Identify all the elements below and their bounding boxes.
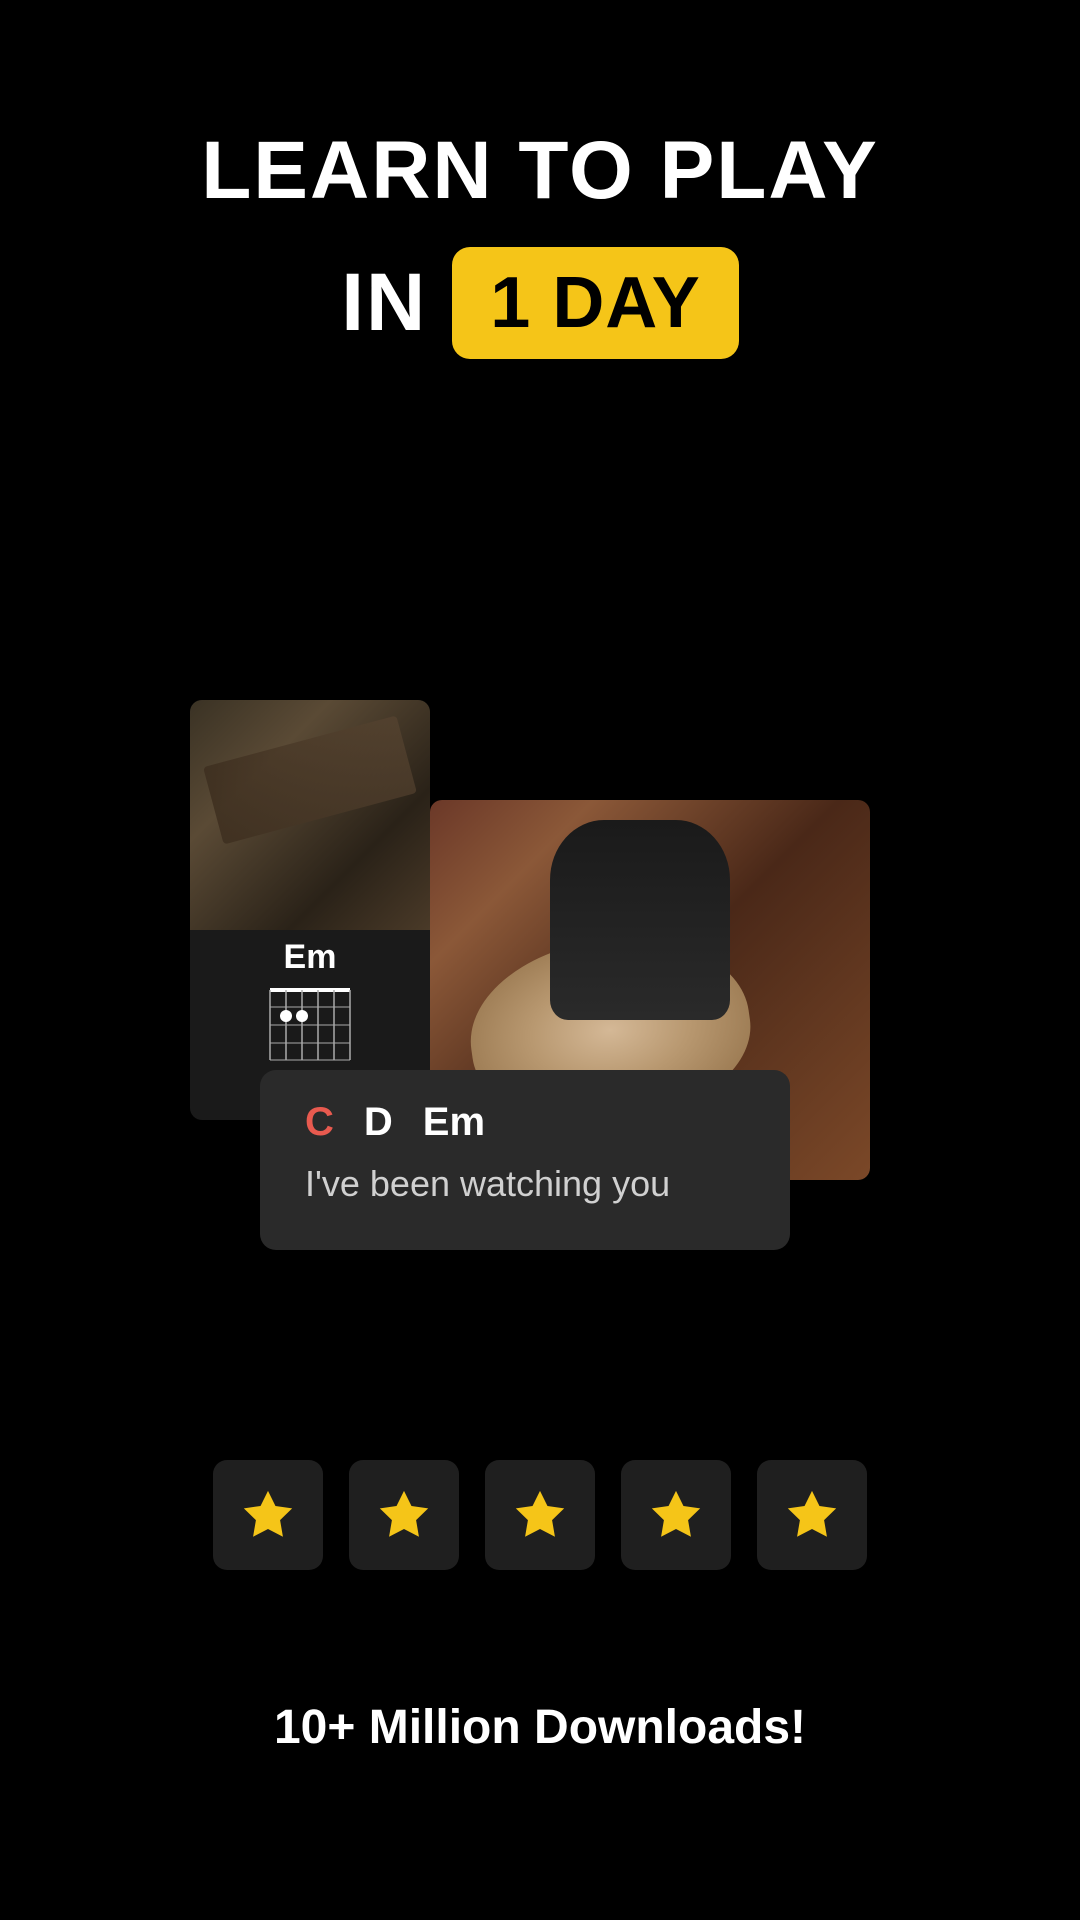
rating-stars-row [213, 1460, 867, 1570]
chord-fingering-photo [190, 700, 430, 930]
lyrics-chord-card: C D Em I've been watching you [260, 1070, 790, 1250]
star-icon [239, 1486, 297, 1544]
star-box [485, 1460, 595, 1570]
chord-active: C [305, 1100, 334, 1145]
chord-diagram-card: Em [190, 700, 430, 1120]
star-box [621, 1460, 731, 1570]
star-icon [375, 1486, 433, 1544]
star-box [349, 1460, 459, 1570]
chord-next: D [364, 1100, 393, 1145]
chord-fretboard-diagram [260, 985, 360, 1070]
star-icon [511, 1486, 569, 1544]
headline-line1: LEARN TO PLAY [0, 130, 1080, 212]
star-box [757, 1460, 867, 1570]
downloads-stat: 10+ Million Downloads! [274, 1700, 806, 1755]
preview-area: Em C D Em I' [190, 700, 890, 1260]
star-icon [783, 1486, 841, 1544]
star-icon [647, 1486, 705, 1544]
chord-next: Em [423, 1100, 485, 1145]
duration-badge: 1 DAY [452, 247, 738, 359]
star-box [213, 1460, 323, 1570]
headline-line2: IN 1 DAY [341, 247, 738, 359]
chord-progression: C D Em [305, 1100, 745, 1145]
lyrics-line: I've been watching you [305, 1163, 745, 1205]
headline-prefix: IN [341, 256, 427, 350]
chord-name-label: Em [190, 938, 430, 977]
header: LEARN TO PLAY IN 1 DAY [0, 0, 1080, 359]
